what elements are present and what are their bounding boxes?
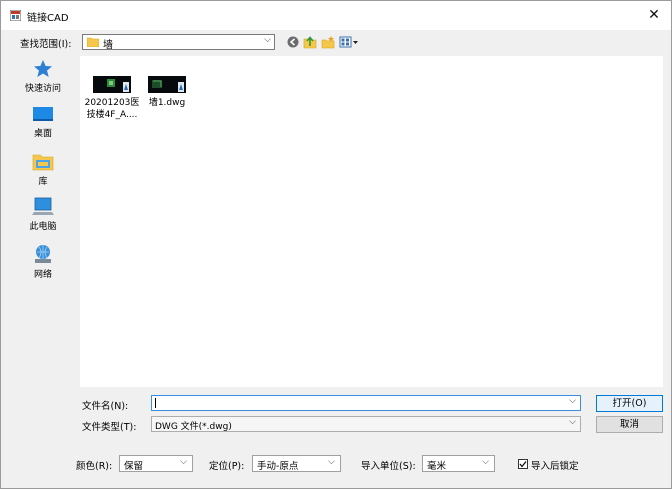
sidebar-item-quick-access[interactable]: 快速访问 (11, 59, 75, 94)
unit-value: 毫米 (427, 461, 447, 472)
filename-label: 文件名(N): (82, 401, 129, 412)
position-value: 手动-原点 (257, 461, 299, 472)
look-in-combobox[interactable]: 墙 ⌵ (82, 34, 275, 51)
star-icon (34, 60, 52, 77)
up-folder-icon[interactable] (303, 35, 317, 49)
look-in-value: 墙 (103, 40, 113, 51)
open-button-label: 打开(O) (612, 398, 647, 409)
network-icon (35, 245, 51, 263)
filetype-value: DWG 文件(*.dwg) (155, 422, 232, 432)
checkbox-box[interactable] (518, 459, 528, 469)
color-select[interactable]: 保留 ⌵ (119, 455, 193, 472)
link-cad-dialog: 链接CAD ✕ 查找范围(I): 墙 ⌵ 快速访问 桌面 库 此电脑 网络 20… (0, 0, 672, 489)
filetype-label: 文件类型(T): (82, 422, 137, 433)
file-list[interactable]: 20201203医 技楼4F_A.... 墙1.dwg (80, 56, 663, 387)
sidebar-item-this-pc[interactable]: 此电脑 (11, 197, 75, 232)
file-name-line2: 技楼4F_A.... (86, 110, 138, 120)
close-icon: ✕ (648, 7, 660, 23)
library-icon (32, 154, 54, 171)
position-select[interactable]: 手动-原点 ⌵ (252, 455, 341, 472)
filetype-select[interactable]: DWG 文件(*.dwg) ⌵ (151, 416, 581, 432)
sidebar-item-desktop[interactable]: 桌面 (11, 106, 75, 139)
sidebar-item-network[interactable]: 网络 (11, 243, 75, 280)
close-button[interactable]: ✕ (637, 1, 671, 30)
cancel-button[interactable]: 取消 (596, 416, 663, 433)
sidebar-item-label: 网络 (33, 270, 52, 280)
chevron-down-icon: ⌵ (328, 457, 335, 467)
chevron-down-icon: ⌵ (180, 457, 187, 467)
file-name: 墙1.dwg (148, 98, 186, 108)
lock-label: 导入后锁定 (531, 461, 579, 472)
back-icon[interactable] (286, 35, 300, 49)
title-bar: 链接CAD ✕ (1, 1, 671, 30)
chevron-down-icon: ⌵ (482, 457, 489, 467)
sidebar-item-library[interactable]: 库 (11, 152, 75, 187)
open-button[interactable]: 打开(O) (596, 395, 663, 412)
chevron-down-icon: ⌵ (264, 35, 271, 45)
sidebar-item-label: 快速访问 (24, 84, 61, 94)
sidebar-item-label: 此电脑 (29, 222, 57, 232)
desktop-icon (33, 107, 53, 121)
window-title: 链接CAD (27, 13, 69, 24)
cancel-button-label: 取消 (619, 419, 639, 430)
chevron-down-icon: ⌵ (569, 417, 576, 427)
position-label: 定位(P): (209, 461, 245, 472)
folder-icon (87, 37, 99, 47)
unit-select[interactable]: 毫米 ⌵ (422, 455, 495, 472)
color-value: 保留 (124, 461, 144, 472)
places-sidebar: 快速访问 桌面 库 此电脑 网络 (11, 56, 75, 441)
filename-input[interactable]: ⌵ (151, 395, 581, 411)
chevron-down-icon: ⌵ (569, 396, 576, 406)
color-label: 颜色(R): (76, 461, 113, 472)
view-menu-icon[interactable] (339, 35, 359, 49)
text-cursor (155, 398, 156, 408)
look-in-label: 查找范围(I): (20, 39, 72, 50)
app-icon (10, 10, 21, 21)
dwg-thumbnail-icon (93, 76, 131, 93)
dwg-thumbnail-icon (148, 76, 186, 93)
file-item[interactable]: 墙1.dwg (135, 76, 199, 109)
sidebar-item-label: 桌面 (33, 129, 52, 139)
check-icon (519, 461, 527, 468)
new-folder-icon[interactable] (321, 35, 335, 49)
unit-label: 导入单位(S): (361, 461, 416, 472)
computer-icon (32, 197, 54, 215)
sidebar-item-label: 库 (38, 177, 48, 187)
